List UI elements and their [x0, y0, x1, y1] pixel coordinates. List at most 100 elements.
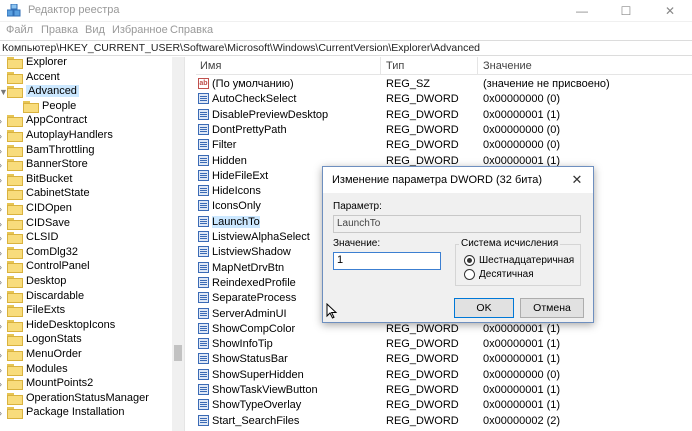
column-header-name[interactable]: Имя	[200, 60, 221, 72]
tree-scrollbar-thumb[interactable]	[174, 345, 182, 361]
expand-chevron-icon[interactable]: ›	[0, 131, 7, 141]
tree-item[interactable]: › AutoplayHandlers	[0, 128, 170, 144]
close-window-button[interactable]: ✕	[648, 0, 692, 22]
tree-item[interactable]: › MountPoints2	[0, 376, 170, 392]
string-value-icon: ab	[198, 78, 209, 89]
expand-chevron-icon[interactable]: ›	[0, 262, 7, 272]
expand-chevron-icon[interactable]: ›	[0, 204, 7, 214]
expand-chevron-icon[interactable]	[0, 394, 7, 404]
value-data-input[interactable]: 1	[333, 252, 441, 270]
expand-chevron-icon[interactable]: ›	[0, 116, 7, 126]
tree-item-label: Advanced	[26, 85, 79, 98]
radix-hex-label[interactable]: Шестнадцатеричная	[479, 255, 574, 266]
value-row[interactable]: ShowTypeOverlay REG_DWORD 0x00000001 (1)	[196, 398, 692, 413]
tree-item[interactable]: › BamThrottling	[0, 143, 170, 159]
binary-value-icon	[198, 185, 209, 197]
tree-item[interactable]: Accent	[0, 70, 170, 86]
value-type: REG_DWORD	[386, 414, 459, 427]
expand-chevron-icon[interactable]: ›	[0, 277, 7, 287]
value-data: 0x00000001 (1)	[483, 154, 561, 167]
value-type: REG_DWORD	[386, 154, 459, 167]
menu-view[interactable]: Вид	[85, 24, 105, 36]
expand-chevron-icon[interactable]: ›	[0, 248, 7, 258]
tree-item[interactable]: › Desktop	[0, 274, 170, 290]
pane-splitter[interactable]	[184, 57, 196, 431]
expand-chevron-icon[interactable]	[15, 102, 23, 112]
tree-item[interactable]: › CIDSave	[0, 216, 170, 232]
tree-item[interactable]: LogonStats	[0, 332, 170, 348]
dialog-close-button[interactable]: ✕	[567, 171, 587, 189]
tree-item[interactable]: › CLSID	[0, 230, 170, 246]
expand-chevron-icon[interactable]	[0, 335, 7, 345]
tree-item[interactable]: › ComDlg32	[0, 245, 170, 261]
expand-chevron-icon[interactable]: ›	[0, 350, 7, 360]
menu-file[interactable]: Файл	[6, 24, 33, 36]
tree-item[interactable]: › MenuOrder	[0, 347, 170, 363]
expand-chevron-icon[interactable]: ›	[0, 321, 7, 331]
tree-item[interactable]: OperationStatusManager	[0, 391, 170, 407]
expand-chevron-icon[interactable]: ›	[0, 408, 7, 418]
ok-button[interactable]: OK	[454, 298, 514, 318]
tree-item[interactable]: › ControlPanel	[0, 259, 170, 275]
expand-chevron-icon[interactable]: ›	[0, 146, 7, 156]
tree-item[interactable]: › AppContract	[0, 113, 170, 129]
expand-chevron-icon[interactable]: ›	[0, 379, 7, 389]
tree-item[interactable]: › HideDesktopIcons	[0, 318, 170, 334]
radix-group-label: Система исчисления	[459, 238, 561, 249]
tree-item[interactable]: ▼ Advanced	[0, 84, 170, 100]
folder-icon	[7, 276, 23, 288]
minimize-button[interactable]: —	[560, 0, 604, 22]
address-bar[interactable]: Компьютер\HKEY_CURRENT_USER\Software\Mic…	[0, 40, 692, 56]
value-row[interactable]: ShowCompColor REG_DWORD 0x00000001 (1)	[196, 322, 692, 337]
value-row[interactable]: DisablePreviewDesktop REG_DWORD 0x00000001…	[196, 108, 692, 123]
value-name: DontPrettyPath	[212, 123, 287, 136]
column-separator[interactable]	[477, 57, 478, 75]
menu-edit[interactable]: Правка	[41, 24, 78, 36]
radix-hex-radio[interactable]	[464, 255, 475, 266]
value-row[interactable]: ShowTaskViewButton REG_DWORD 0x00000001 (1…	[196, 383, 692, 398]
value-row[interactable]: ShowInfoTip REG_DWORD 0x00000001 (1)	[196, 337, 692, 352]
expand-chevron-icon[interactable]	[0, 73, 7, 83]
binary-value-icon	[198, 246, 209, 258]
tree-item[interactable]: › Discardable	[0, 289, 170, 305]
value-row[interactable]: AutoCheckSelect REG_DWORD 0x00000000 (0)	[196, 92, 692, 107]
column-header-data[interactable]: Значение	[483, 60, 532, 72]
expand-chevron-icon[interactable]: ›	[0, 233, 7, 243]
tree-scrollbar[interactable]	[172, 57, 184, 431]
value-row[interactable]: ab (По умолчанию) REG_SZ (значение не присв…	[196, 77, 692, 92]
expand-chevron-icon[interactable]: ›	[0, 365, 7, 375]
value-row[interactable]: Filter REG_DWORD 0x00000000 (0)	[196, 138, 692, 153]
tree-item[interactable]: CabinetState	[0, 186, 170, 202]
tree-item[interactable]: › BannerStore	[0, 157, 170, 173]
menu-favorites[interactable]: Избранное	[112, 24, 168, 36]
expand-chevron-icon[interactable]: ›	[0, 292, 7, 302]
value-row[interactable]: ShowStatusBar REG_DWORD 0x00000001 (1)	[196, 352, 692, 367]
tree-item[interactable]: › FileExts	[0, 303, 170, 319]
expand-chevron-icon[interactable]: ›	[0, 306, 7, 316]
maximize-button[interactable]: ☐	[604, 0, 648, 22]
tree-item[interactable]: › Package Installation	[0, 405, 170, 421]
radix-dec-radio[interactable]	[464, 269, 475, 280]
expand-chevron-icon[interactable]	[0, 189, 7, 199]
tree-item[interactable]: › Modules	[0, 362, 170, 378]
value-row[interactable]: DontPrettyPath REG_DWORD 0x00000000 (0)	[196, 123, 692, 138]
menu-help[interactable]: Справка	[170, 24, 213, 36]
value-type: REG_DWORD	[386, 338, 459, 351]
expand-chevron-icon[interactable]: ›	[0, 219, 7, 229]
expand-chevron-icon[interactable]: ›	[0, 160, 7, 170]
expand-chevron-icon[interactable]	[0, 58, 7, 68]
value-name: ShowTypeOverlay	[212, 399, 302, 412]
tree-item[interactable]: People	[0, 99, 170, 115]
tree-item[interactable]: › CIDOpen	[0, 201, 170, 217]
key-tree[interactable]: Explorer Accent ▼ AdvancedPeople › AppContrac…	[0, 57, 184, 431]
expand-chevron-icon[interactable]: ▼	[0, 87, 8, 97]
column-separator[interactable]	[380, 57, 381, 75]
value-row[interactable]: Start_SearchFiles REG_DWORD 0x00000002 (2)	[196, 414, 692, 429]
expand-chevron-icon[interactable]: ›	[0, 175, 7, 185]
radix-dec-label[interactable]: Десятичная	[479, 269, 534, 280]
cancel-button[interactable]: Отмена	[520, 298, 584, 318]
tree-item-label: AppContract	[26, 114, 88, 127]
tree-item[interactable]: › BitBucket	[0, 172, 170, 188]
value-row[interactable]: ShowSuperHidden REG_DWORD 0x00000000 (0)	[196, 368, 692, 383]
column-header-type[interactable]: Тип	[386, 60, 404, 72]
